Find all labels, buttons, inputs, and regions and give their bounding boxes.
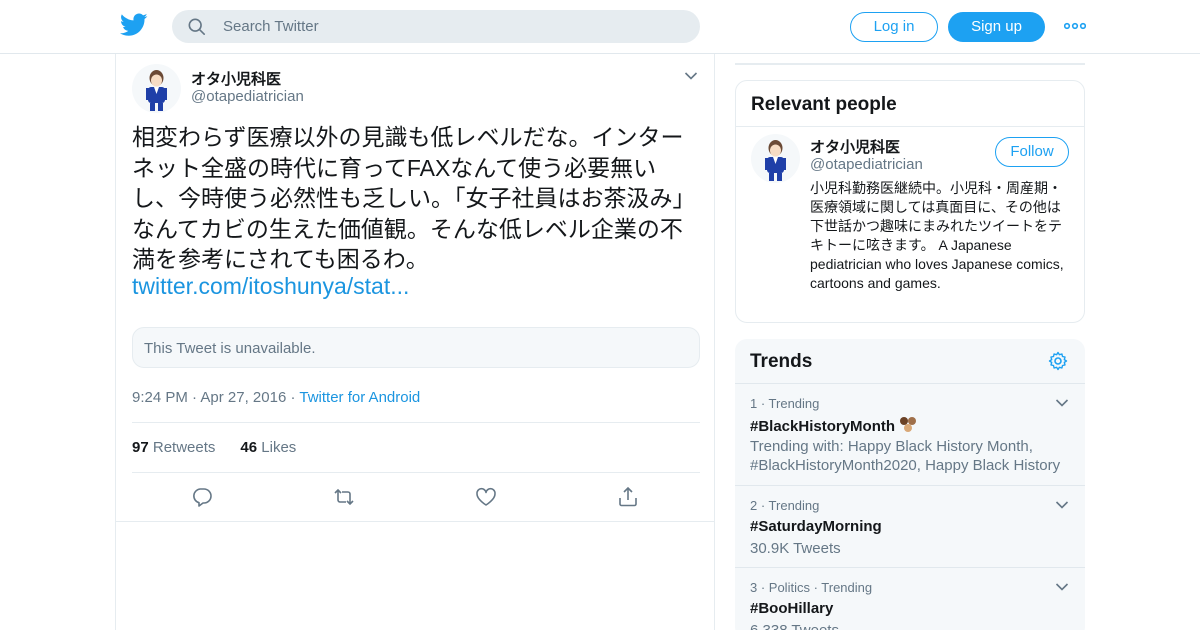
search-placeholder[interactable]: Search Twitter: [223, 18, 319, 35]
trend-name-text: #BlackHistoryMonth: [750, 418, 896, 435]
tweet-text: 相変わらず医療以外の見識も低レベルだな。インターネット全盛の時代に育ってFAXな…: [132, 124, 696, 272]
top-navigation-bar: Search Twitter Log in Sign up: [0, 0, 1200, 54]
trend-description: 30.9K Tweets: [750, 540, 841, 557]
relevant-people-title: Relevant people: [751, 94, 897, 115]
trend-meta: 2 · Trending: [750, 498, 820, 513]
trend-description: Trending with: Happy Black History Month…: [750, 438, 1061, 474]
separator: ·: [290, 389, 296, 406]
chevron-down-icon[interactable]: [1055, 582, 1069, 592]
retweets-label: Retweets: [152, 439, 216, 456]
reply-icon[interactable]: [191, 486, 213, 508]
doctor-avatar-icon: [765, 140, 786, 181]
divider: [735, 383, 1085, 384]
chevron-down-icon[interactable]: [1055, 500, 1069, 510]
tweet-time[interactable]: 9:24 PM: [132, 389, 188, 406]
likes-stat[interactable]: 46 Likes: [240, 439, 296, 456]
login-button[interactable]: Log in: [850, 12, 938, 42]
gear-icon[interactable]: [1048, 351, 1068, 371]
divider: [116, 521, 714, 522]
more-options-icon[interactable]: [1064, 20, 1086, 32]
chevron-down-icon[interactable]: [1055, 398, 1069, 408]
likes-count: 46: [240, 439, 258, 456]
trend-description: 6,338 Tweets: [750, 621, 1070, 630]
avatar[interactable]: [132, 64, 181, 113]
divider: [735, 567, 1085, 568]
chevron-down-icon[interactable]: [684, 71, 698, 81]
like-heart-icon[interactable]: [475, 486, 497, 508]
relevant-person-handle[interactable]: @otapediatrician: [810, 156, 923, 173]
trend-name: #BlackHistoryMonth: [750, 416, 919, 435]
raised-fists-emoji-icon: [900, 417, 917, 432]
retweets-stat[interactable]: 97 Retweets: [132, 439, 215, 456]
tweet-link[interactable]: twitter.com/itoshunya/stat...: [132, 273, 409, 300]
divider: [132, 422, 700, 423]
avatar[interactable]: [751, 134, 800, 183]
retweets-count: 97: [132, 439, 149, 456]
relevant-person-bio: 小児科勤務医継続中。小児科・周産期・医療領域に関しては真面目に、その他は下世話か…: [810, 180, 1064, 291]
author-name[interactable]: オタ小児科医: [191, 68, 281, 89]
likes-label: Likes: [261, 439, 297, 456]
twitter-bird-icon[interactable]: [120, 13, 148, 37]
trend-meta: 1 · Trending: [750, 396, 820, 411]
separator: ·: [192, 389, 198, 406]
signup-button[interactable]: Sign up: [948, 12, 1045, 42]
divider: [132, 472, 700, 473]
search-box[interactable]: Search Twitter: [172, 10, 700, 43]
trend-name: #SaturdayMorning: [750, 518, 882, 535]
divider: [736, 126, 1084, 127]
divider: [735, 485, 1085, 486]
retweet-icon[interactable]: [333, 486, 355, 508]
tweet-source[interactable]: Twitter for Android: [299, 389, 420, 406]
search-icon: [188, 18, 206, 36]
trend-name: #BooHillary: [750, 600, 834, 617]
trend-meta: 3 · Politics · Trending: [750, 580, 873, 595]
quoted-tweet-unavailable: This Tweet is unavailable.: [132, 327, 700, 368]
relevant-people-panel: Relevant people オタ小児科医 @otapediatrician …: [735, 80, 1085, 323]
trends-title: Trends: [750, 351, 813, 372]
share-icon[interactable]: [617, 486, 639, 508]
tweet-detail: オタ小児科医 @otapediatrician 相変わらず医療以外の見識も低レベ…: [115, 54, 715, 630]
follow-button[interactable]: Follow: [995, 137, 1069, 167]
doctor-avatar-icon: [146, 70, 167, 111]
tweet-date[interactable]: Apr 27, 2016: [200, 389, 286, 406]
tweet-stats: 97 Retweets 46 Likes: [132, 439, 296, 456]
tweet-metadata: 9:24 PM · Apr 27, 2016 · Twitter for And…: [132, 389, 420, 406]
unavailable-text: This Tweet is unavailable.: [144, 340, 316, 357]
trends-panel: Trends 1 · Trending #BlackHistoryMonth T…: [735, 339, 1085, 630]
relevant-person-name[interactable]: オタ小児科医: [810, 136, 900, 157]
divider: [735, 63, 1085, 65]
author-handle[interactable]: @otapediatrician: [191, 88, 304, 105]
